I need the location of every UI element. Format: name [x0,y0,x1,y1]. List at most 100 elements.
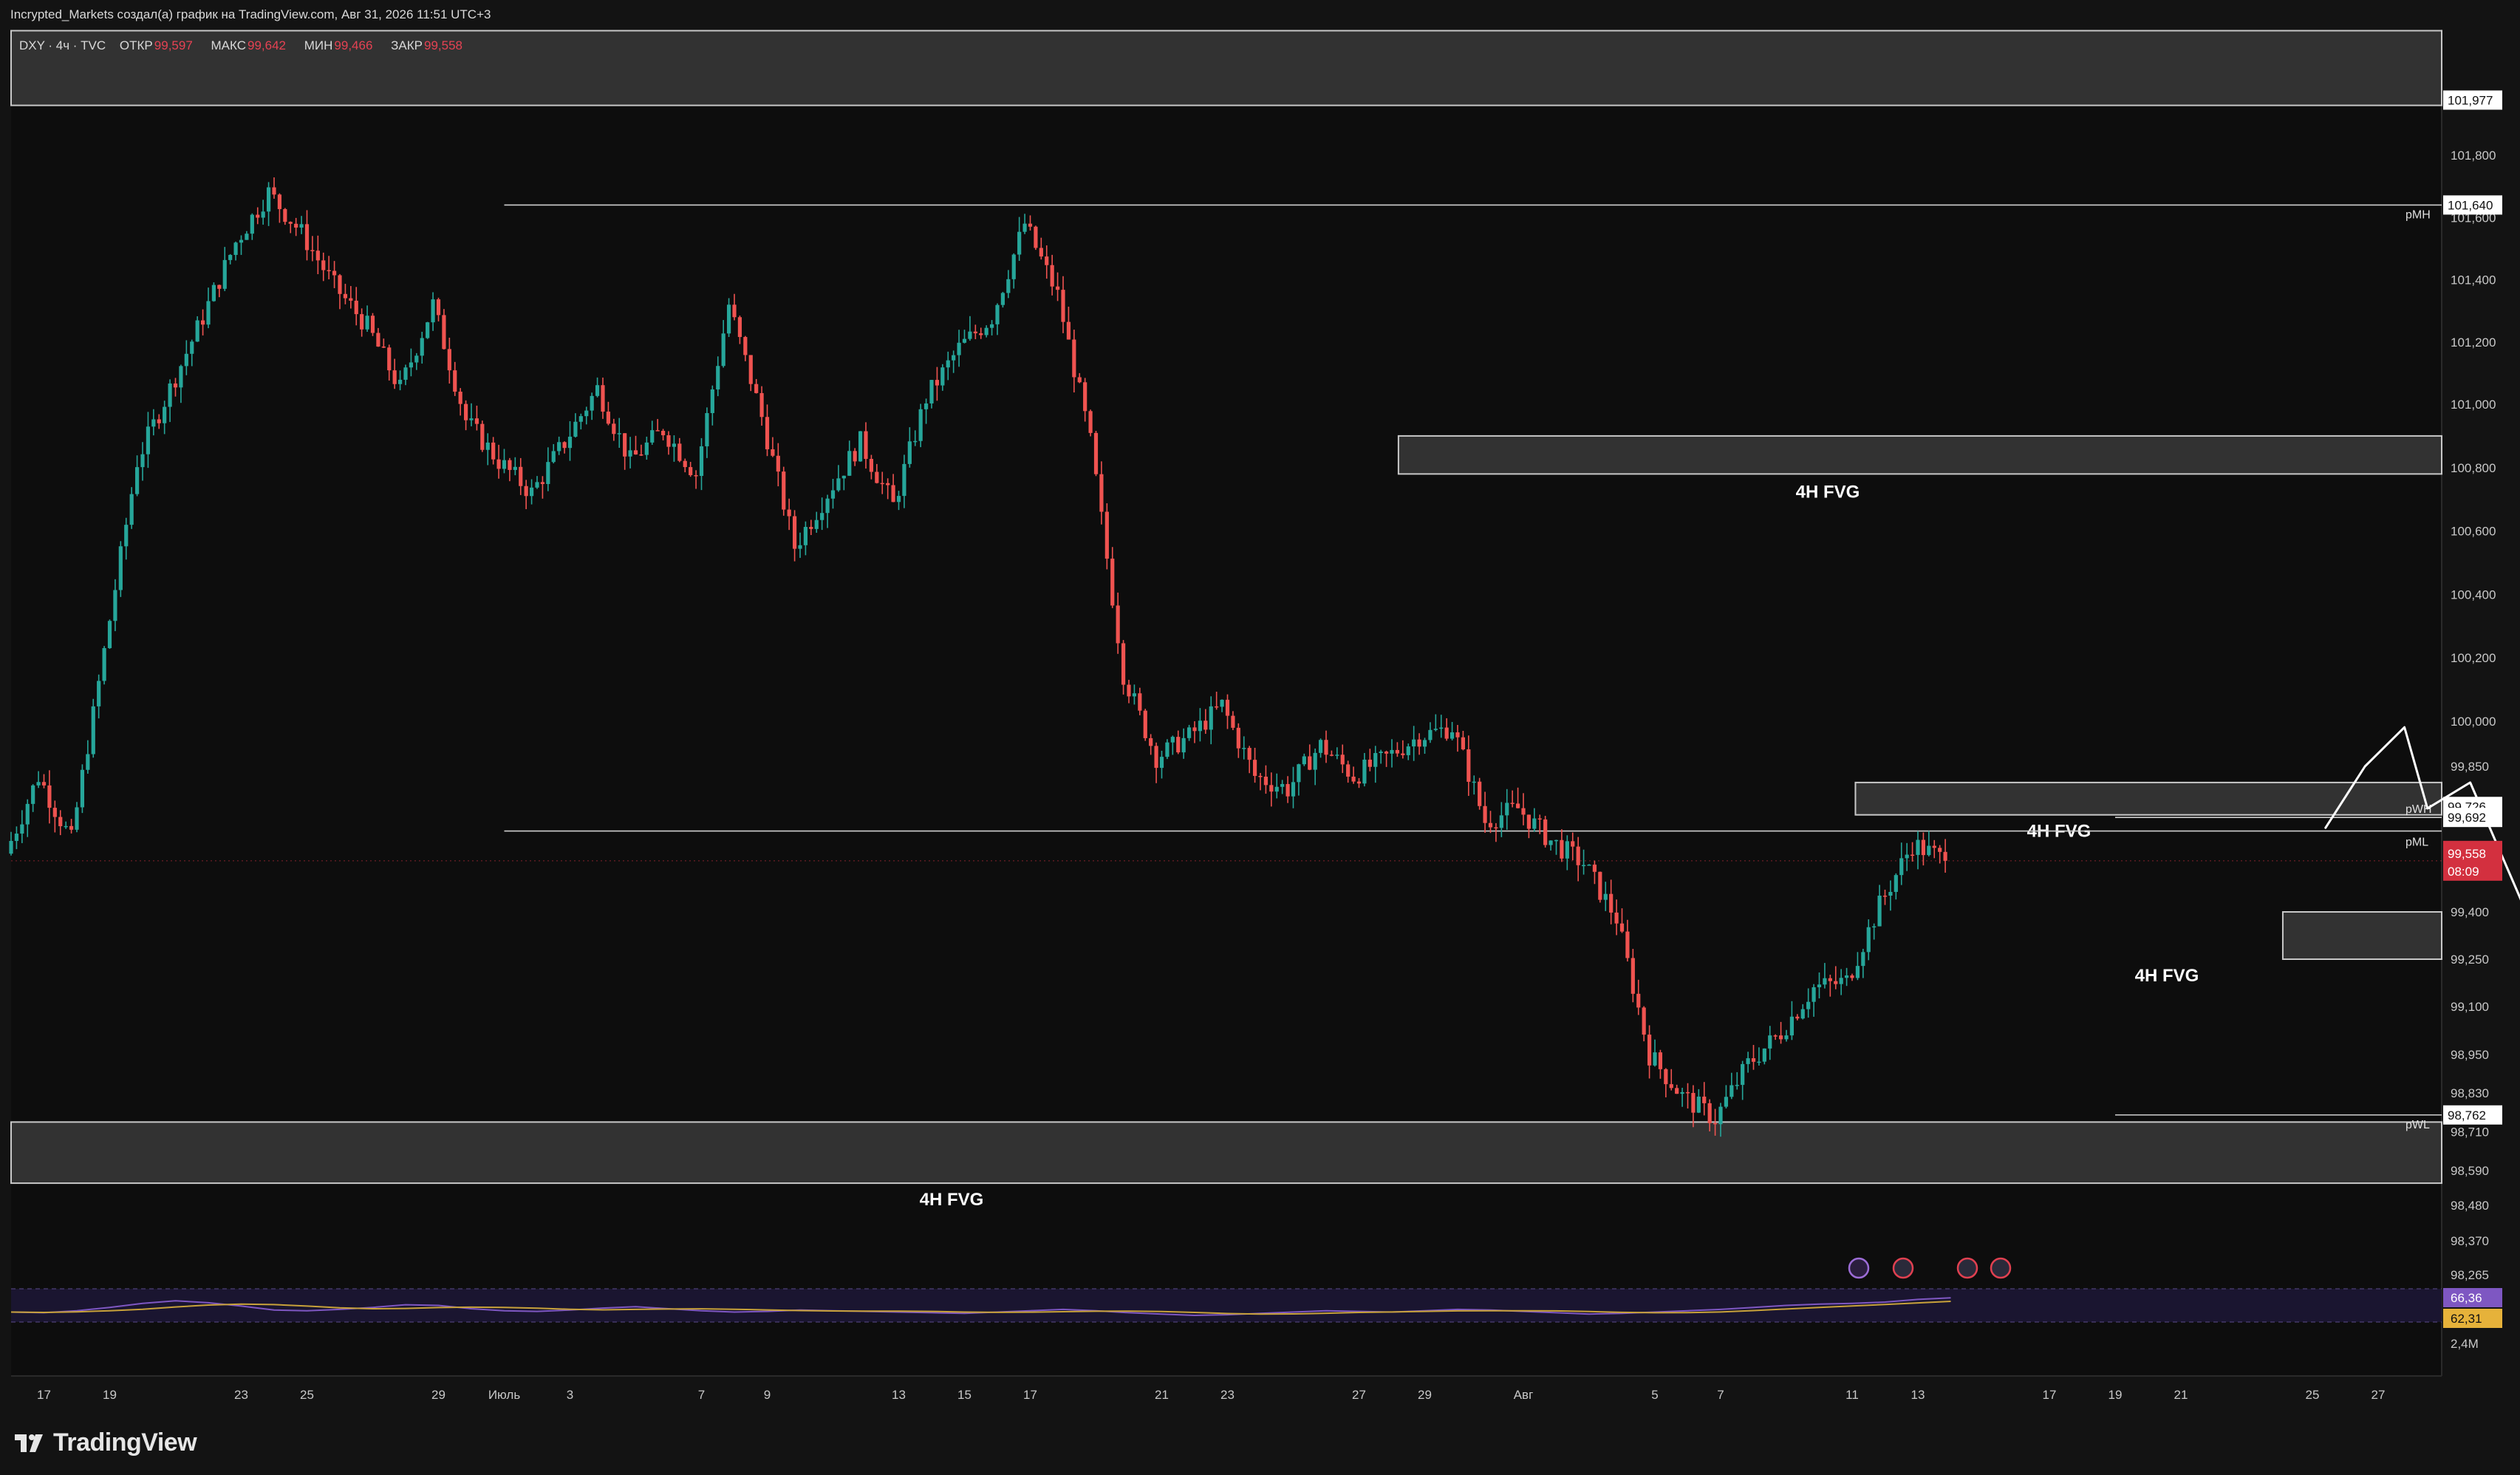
candle-body [1724,1097,1729,1107]
candle-body [1351,776,1356,782]
snapshot-caption: Incrypted_Markets создал(а) график на Tr… [10,7,491,21]
candle-body [578,416,583,422]
candle-body [1110,558,1115,606]
candle-body [689,467,693,476]
candle-body [968,331,972,339]
candle-body [349,298,353,301]
candle-body [1072,339,1076,378]
candle-body [1707,1103,1712,1123]
candle-body [86,754,90,770]
lightning-event-icon [1848,1257,1870,1279]
candle-body [299,224,304,228]
candle-body [798,545,802,549]
candle-body [666,435,671,447]
candle-body [1932,845,1936,848]
price-tick-label: 101,800 [2451,149,2496,163]
candle-body [759,392,764,418]
candle-body [973,331,977,334]
candle-body [584,410,589,417]
candle-body [918,409,923,441]
rsi-value: 66,36 [2451,1291,2482,1305]
candle-body [80,769,85,808]
candle-body [1083,382,1087,412]
candle-body [1899,858,1904,876]
candle-body [1104,511,1109,559]
candle-body [1285,783,1290,797]
candle-body [370,316,375,333]
candle-body [1521,808,1526,815]
candle-body [1505,803,1509,816]
candle-body [660,431,666,435]
candle-body [250,214,254,234]
candle-body [179,366,183,388]
candle-body [304,224,310,251]
candle-body [562,442,567,449]
candle-body [1340,754,1345,765]
candle-body [1466,749,1471,782]
candle-body [1093,432,1099,474]
candle-body [1066,321,1071,340]
candle-body [1384,752,1389,754]
candle-body [1823,978,1827,985]
tradingview-logo[interactable]: TradingView [13,1426,197,1459]
candle-body [1855,966,1860,978]
candle-body [1806,1001,1811,1009]
candle-body [787,509,791,517]
candle-body [995,304,1000,324]
tradingview-snapshot: { "header": { "caption": "Incrypted_Mark… [0,0,2520,1475]
candle-body [387,347,392,371]
legend-close-value: 99,558 [424,38,463,52]
candle-body [1483,805,1487,823]
legend-symbol[interactable]: DXY · 4ч · TVC [19,38,106,52]
candle-body [485,442,490,450]
price-tick-label: 98,370 [2451,1234,2489,1248]
candle-body [36,782,41,786]
legend-high-label: МАКС [211,38,247,52]
candle-body [1916,839,1920,855]
candle-body [1592,865,1597,872]
candle-body [1461,737,1466,750]
level-label: pML [2405,837,2428,849]
candle-body [496,459,501,469]
candle-body [414,355,419,363]
candle-body [1274,786,1279,792]
candle-body [256,214,260,218]
candle-body [672,443,677,447]
candle-body [277,194,282,209]
candle-body [1768,1035,1772,1049]
candle-body [168,383,172,407]
price-tick-label: 100,600 [2451,525,2496,539]
candle-body [710,389,714,413]
candle-body [502,460,507,469]
candle-body [376,333,380,347]
time-tick-label: 7 [698,1388,705,1402]
candle-body [1741,1063,1745,1086]
candle-body [748,355,753,384]
fvg-zone [2281,911,2442,960]
candle-body [1252,760,1257,776]
candle-body [1675,1088,1679,1094]
candle-body [1636,993,1641,1008]
candle-body [1834,981,1838,984]
candle-body [1560,839,1564,859]
candle-body [140,454,145,468]
candle-body [721,333,725,367]
price-chart[interactable]: 4H FVG4H FVG4H FVG4H FVG pMHpWHpMLpWL 10… [0,30,2520,1420]
candle-body [655,430,660,432]
candle-body [129,494,134,525]
candle-body [639,454,643,456]
candle-body [327,270,331,272]
candle-body [64,825,68,828]
candle-body [1587,865,1591,866]
candle-body [1812,987,1816,1002]
candle-body [1088,411,1093,433]
candle-body [211,285,216,302]
price-tick-label: 98,830 [2451,1086,2489,1100]
candle-body [97,681,101,706]
candle-body [1000,293,1005,305]
candle-body [1773,1035,1778,1037]
legend-low-label: МИН [304,38,333,52]
candle-body [1817,984,1822,987]
candle-body [513,466,517,470]
candle-body [1297,764,1301,783]
